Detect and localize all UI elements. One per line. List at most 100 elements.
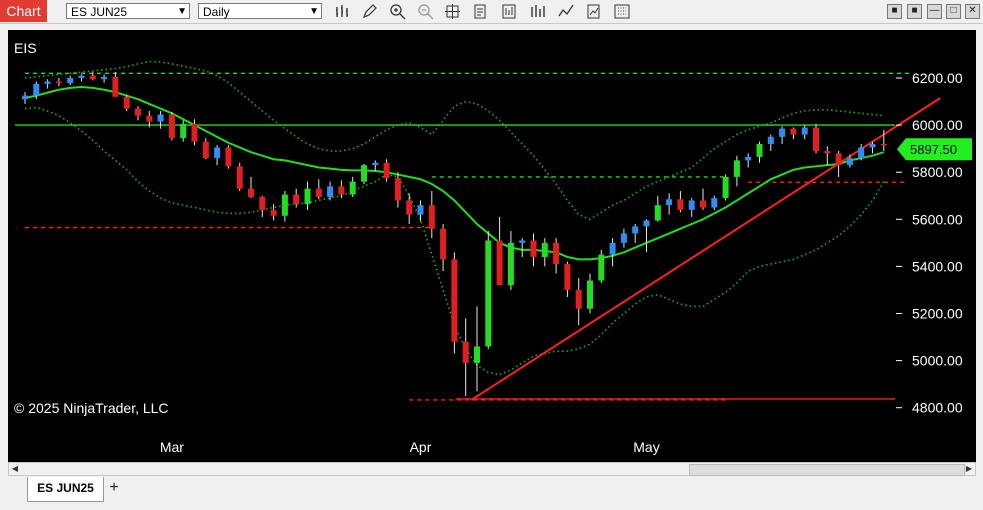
candle <box>338 180 345 199</box>
candle <box>507 231 514 290</box>
candle <box>327 181 334 201</box>
candle-body <box>598 254 605 281</box>
candle-body <box>779 128 786 137</box>
candle <box>214 145 221 166</box>
candle-body <box>519 240 526 243</box>
templates-icon[interactable] <box>585 3 603 20</box>
candle-body <box>666 199 673 206</box>
instrument-selector[interactable]: ES JUN25 ▼ <box>66 3 190 19</box>
candle-body <box>474 346 480 363</box>
candle <box>767 134 774 152</box>
zoom-out-icon[interactable] <box>417 3 435 20</box>
add-tab-button[interactable]: + <box>106 480 122 496</box>
candle-body <box>214 147 221 159</box>
horizontal-scrollbar[interactable]: ◀ ▶ <box>8 462 976 476</box>
candle <box>654 195 661 222</box>
candle-body <box>202 141 209 159</box>
scrollbar-thumb[interactable] <box>689 464 965 476</box>
tab-color-button[interactable]: ■ <box>907 4 922 19</box>
candle <box>722 174 729 201</box>
indicators-icon[interactable] <box>557 3 575 20</box>
candle <box>406 193 413 225</box>
candle <box>474 306 480 392</box>
y-tick-label: 5800.00 <box>912 164 963 180</box>
candle-body <box>745 156 752 161</box>
candle-body <box>722 176 729 199</box>
instrument-selector-value: ES JUN25 <box>71 5 128 19</box>
candle <box>67 75 74 86</box>
candle-body <box>135 108 141 116</box>
data-box-icon[interactable] <box>500 3 518 20</box>
upper-band-line <box>24 60 884 221</box>
candle <box>643 219 650 253</box>
candle <box>541 238 548 267</box>
candle-body <box>180 123 187 139</box>
candle-body <box>361 165 367 182</box>
scroll-right-icon[interactable]: ▶ <box>963 463 975 475</box>
y-tick-label: 4800.00 <box>912 400 963 416</box>
chart-title-tab[interactable]: Chart <box>0 0 47 22</box>
candle <box>813 123 819 154</box>
price-chart[interactable]: EIS © 2025 NinjaTrader, LLC 6200.00 6000.… <box>8 30 976 462</box>
candle-body <box>733 160 740 177</box>
tab-es-jun25[interactable]: ES JUN25 <box>27 477 104 502</box>
candle <box>575 278 582 326</box>
close-button[interactable]: ✕ <box>965 4 980 19</box>
candle <box>428 191 435 239</box>
crosshair-icon[interactable] <box>444 3 462 20</box>
properties-icon[interactable] <box>472 3 490 20</box>
chevron-down-icon: ▼ <box>177 6 187 17</box>
candle-body <box>700 200 706 208</box>
candle-body <box>406 200 413 215</box>
x-tick-label: Apr <box>410 439 432 455</box>
candle-body <box>383 162 390 179</box>
y-tick-label: 5200.00 <box>912 306 963 322</box>
candle <box>293 188 300 208</box>
candle-body <box>677 199 684 210</box>
candle-body <box>654 205 661 221</box>
candle <box>835 151 842 177</box>
maximize-button[interactable]: □ <box>946 4 961 19</box>
candle <box>101 74 108 83</box>
candle <box>22 92 28 104</box>
candle <box>801 125 808 140</box>
candle <box>485 231 492 349</box>
chart-panel[interactable]: EIS © 2025 NinjaTrader, LLC 6200.00 6000.… <box>8 30 976 462</box>
candle-body <box>55 81 62 84</box>
candle-body <box>767 136 774 144</box>
candle <box>790 127 797 140</box>
candle <box>688 198 695 217</box>
candle-body <box>507 242 514 286</box>
candle-body <box>146 115 153 122</box>
candle-body <box>541 242 548 257</box>
screenshot-icon[interactable] <box>613 3 631 20</box>
pencil-icon[interactable] <box>361 3 379 20</box>
bar-type-icon[interactable] <box>333 3 351 20</box>
candle <box>462 318 469 396</box>
interval-selector[interactable]: Daily ▼ <box>198 3 322 19</box>
zoom-in-icon[interactable] <box>389 3 407 20</box>
moving-average-line <box>24 85 885 261</box>
candle-body <box>236 166 243 189</box>
candle-body <box>620 233 627 243</box>
interval-selector-value: Daily <box>203 5 230 19</box>
candle-body <box>688 200 695 210</box>
candle <box>440 224 447 272</box>
candle-body <box>417 205 424 215</box>
candle-body <box>270 209 277 216</box>
candle-body <box>157 114 164 122</box>
candle <box>315 179 322 200</box>
chart-toolbar: Chart ES JUN25 ▼ Daily ▼ ■ ■ — □ ✕ <box>0 0 983 24</box>
candle <box>259 195 266 217</box>
minimize-button[interactable]: — <box>927 4 942 19</box>
candle-body <box>846 158 853 166</box>
link-button[interactable]: ■ <box>887 4 902 19</box>
candle <box>55 78 62 87</box>
candle <box>733 155 740 187</box>
candle <box>372 160 379 172</box>
candle <box>112 72 119 97</box>
strategy-icon[interactable] <box>529 3 547 20</box>
scroll-left-icon[interactable]: ◀ <box>9 463 21 475</box>
x-tick-label: May <box>633 439 659 455</box>
candle-body <box>858 147 865 159</box>
